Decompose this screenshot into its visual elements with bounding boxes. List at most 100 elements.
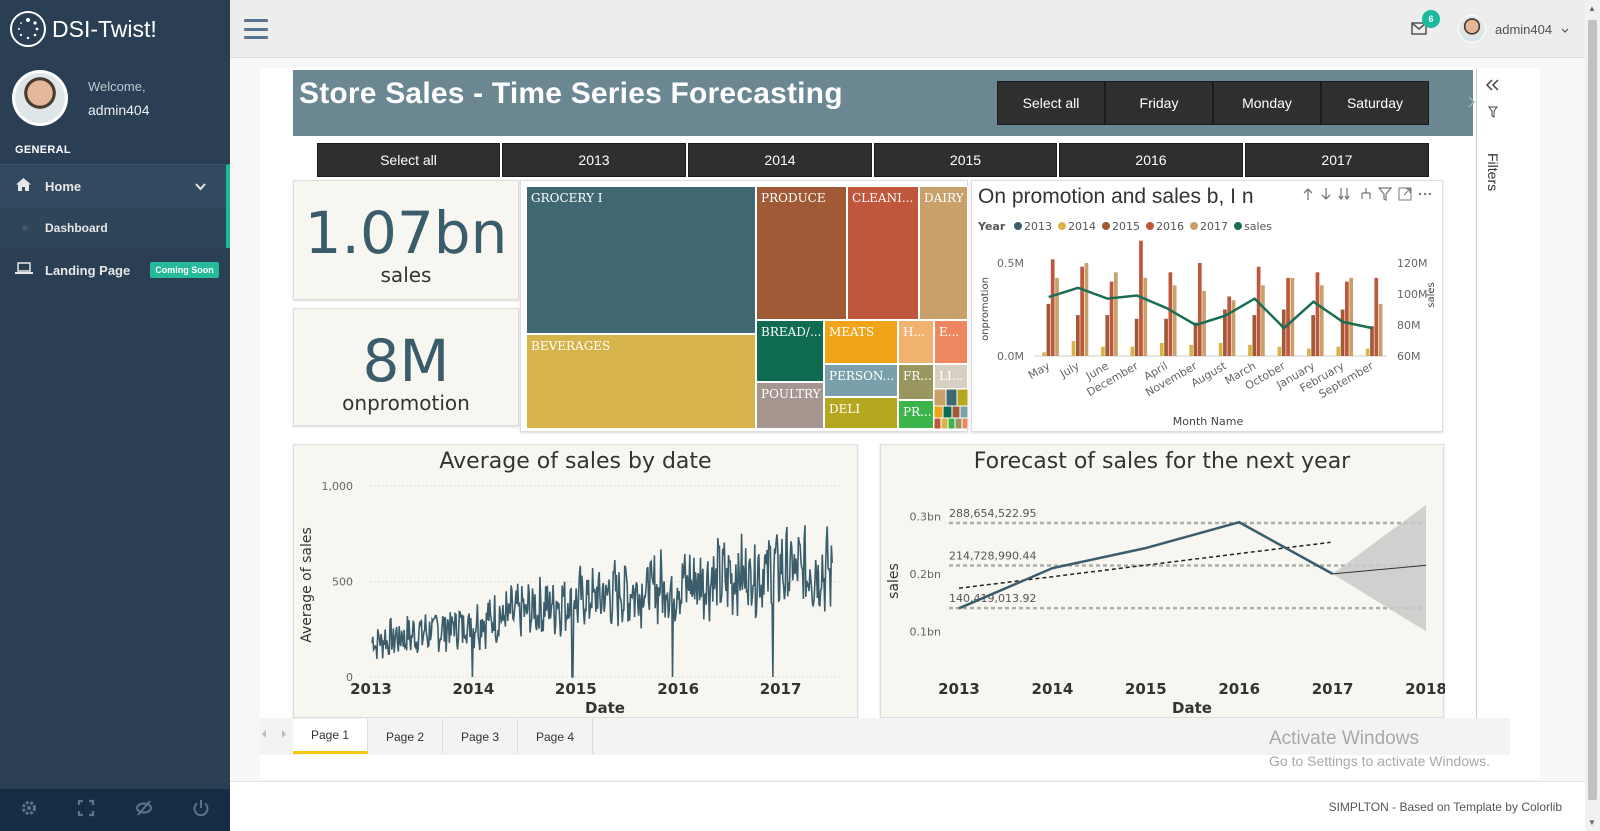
treemap-cell[interactable]: CLEANI... [847, 186, 919, 320]
bar [1277, 346, 1282, 356]
user-profile-dropdown[interactable]: admin404 [1458, 15, 1569, 43]
y-tick-label: 0.0M [997, 350, 1024, 363]
laptop-icon [15, 261, 35, 279]
eye-slash-icon[interactable] [135, 799, 153, 822]
average-sales-line-chart[interactable]: Average of sales by date 0 500 1,000 2013 20… [293, 444, 858, 718]
bar [1134, 318, 1139, 356]
bar [1218, 342, 1223, 356]
treemap-cell[interactable]: LI... [934, 364, 968, 389]
treemap-cell[interactable]: PR... [898, 400, 934, 429]
brand[interactable]: DSI-Twist! [0, 0, 230, 58]
treemap-cell[interactable]: GROCERY I [526, 186, 756, 334]
treemap-cell[interactable]: BREAD/... [756, 320, 824, 382]
legend-marker [1014, 222, 1022, 230]
year-slicer-2014[interactable]: 2014 [688, 143, 872, 177]
prev-page-icon[interactable] [260, 729, 268, 742]
legend-label: sales [1244, 220, 1272, 233]
y2-axis-title: sales [1426, 282, 1437, 307]
average-sales-series [371, 525, 833, 678]
bar [1105, 315, 1110, 356]
bar [1189, 344, 1194, 356]
treemap-cell[interactable]: BEVERAGES [526, 334, 756, 429]
powerbi-report: Store Sales - Time Series Forecasting Se… [260, 68, 1540, 780]
y2-tick-label: 100M [1397, 288, 1428, 301]
legend-marker [1190, 222, 1198, 230]
y-axis-title: onpromotion [980, 277, 991, 341]
x-tick-label: 2015 [1125, 680, 1167, 698]
average-sales-plot: 05001,0002013 2014 2015 2016 2017DateAverage… [299, 480, 842, 717]
bar [1075, 315, 1080, 356]
bar [1164, 318, 1168, 356]
year-slicer-select-all[interactable]: Select all [317, 143, 500, 177]
day-slicer-monday[interactable]: Monday [1213, 81, 1321, 125]
kpi-value: 8M [362, 327, 450, 395]
power-icon[interactable] [192, 799, 210, 822]
day-slicer-friday[interactable]: Friday [1105, 81, 1213, 125]
settings-icon[interactable] [20, 799, 38, 822]
x-axis-title: Month Name [1173, 415, 1244, 428]
bar [1227, 296, 1232, 356]
treemap-cell[interactable]: H... [898, 320, 934, 364]
y2-tick-label: 80M [1397, 319, 1421, 332]
legend-label: 2014 [1068, 220, 1096, 233]
bar [1345, 281, 1349, 356]
year-slicer-2013[interactable]: 2013 [502, 143, 686, 177]
y2-tick-label: 60M [1397, 350, 1421, 363]
sales-forecast-chart[interactable]: Forecast of sales for the next year 0.1b… [880, 444, 1445, 718]
treemap-cell[interactable]: FR... [898, 364, 934, 400]
filter-icon [1488, 106, 1498, 121]
day-slicer-saturday[interactable]: Saturday [1321, 81, 1429, 125]
legend-marker [1234, 222, 1242, 230]
y2-tick-label: 120M [1397, 257, 1428, 270]
legend-marker [1058, 222, 1066, 230]
treemap-cell[interactable]: E... [934, 320, 968, 364]
treemap-cell[interactable]: POULTRY [756, 382, 824, 429]
bar [1378, 303, 1383, 356]
scroll-down-icon[interactable]: ▼ [1588, 818, 1596, 827]
bar [1130, 346, 1135, 356]
home-icon [15, 177, 35, 196]
tab-page-1[interactable]: Page 1 [293, 719, 368, 754]
year-slicer-2015[interactable]: 2015 [874, 143, 1057, 177]
section-title-general: GENERAL [15, 144, 71, 156]
year-slicer-2016[interactable]: 2016 [1059, 143, 1243, 177]
vertical-scrollbar[interactable]: ▲ ▼ [1585, 0, 1600, 831]
scrollbar-thumb[interactable] [1588, 20, 1597, 800]
treemap-cell[interactable]: DAIRY [919, 186, 968, 320]
notification-count-badge: 6 [1422, 10, 1440, 28]
bar [1374, 277, 1379, 356]
next-page-icon[interactable] [280, 729, 288, 742]
family-treemap[interactable]: GROCERY I PRODUCE CLEANI... DAIRY BEVERA… [520, 180, 969, 432]
x-tick-label: 2015 [555, 680, 597, 698]
x-tick-label: 2014 [453, 680, 495, 698]
sidebar-item-dashboard[interactable]: Dashboard [0, 208, 230, 248]
treemap-cell[interactable]: DELI [824, 397, 898, 429]
footer-credit: SIMPLTON - Based on Template by Colorlib [1328, 800, 1562, 814]
year-slicer-2017[interactable]: 2017 [1245, 143, 1429, 177]
tab-page-4[interactable]: Page 4 [518, 719, 593, 754]
treemap-cell[interactable]: PERSON... [824, 364, 898, 397]
day-slicer-select-all[interactable]: Select all [997, 81, 1105, 125]
kpi-card-onpromotion[interactable]: 8M onpromotion [293, 308, 519, 426]
fullscreen-icon[interactable] [77, 799, 95, 822]
bar [1365, 348, 1370, 356]
legend-title: Year [977, 220, 1006, 233]
tab-page-3[interactable]: Page 3 [443, 719, 518, 754]
filters-pane[interactable]: Filters [1476, 68, 1506, 718]
tab-page-2[interactable]: Page 2 [368, 719, 443, 754]
sales-line [1048, 286, 1373, 330]
kpi-card-sales[interactable]: 1.07bn sales [293, 180, 519, 300]
sidebar-item-home[interactable]: Home [0, 164, 230, 208]
scroll-up-icon[interactable]: ▲ [1588, 4, 1596, 13]
treemap-cell[interactable]: PRODUCE [756, 186, 847, 320]
promotion-sales-combo-chart[interactable]: On promotion and sales b, I n Year 2013 20… [971, 180, 1443, 432]
menu-toggle-icon[interactable] [244, 19, 268, 39]
topbar-username: admin404 [1495, 21, 1553, 37]
double-chevron-left-icon[interactable] [1485, 78, 1500, 96]
chevron-right-icon[interactable] [1468, 95, 1476, 111]
avatar[interactable] [12, 70, 68, 126]
treemap-cell[interactable]: MEATS [824, 320, 898, 364]
sidebar-item-landing-page[interactable]: Landing Page Coming Soon [0, 248, 230, 292]
bullet-icon [22, 225, 28, 231]
y-tick-label: 0.5M [997, 257, 1024, 270]
